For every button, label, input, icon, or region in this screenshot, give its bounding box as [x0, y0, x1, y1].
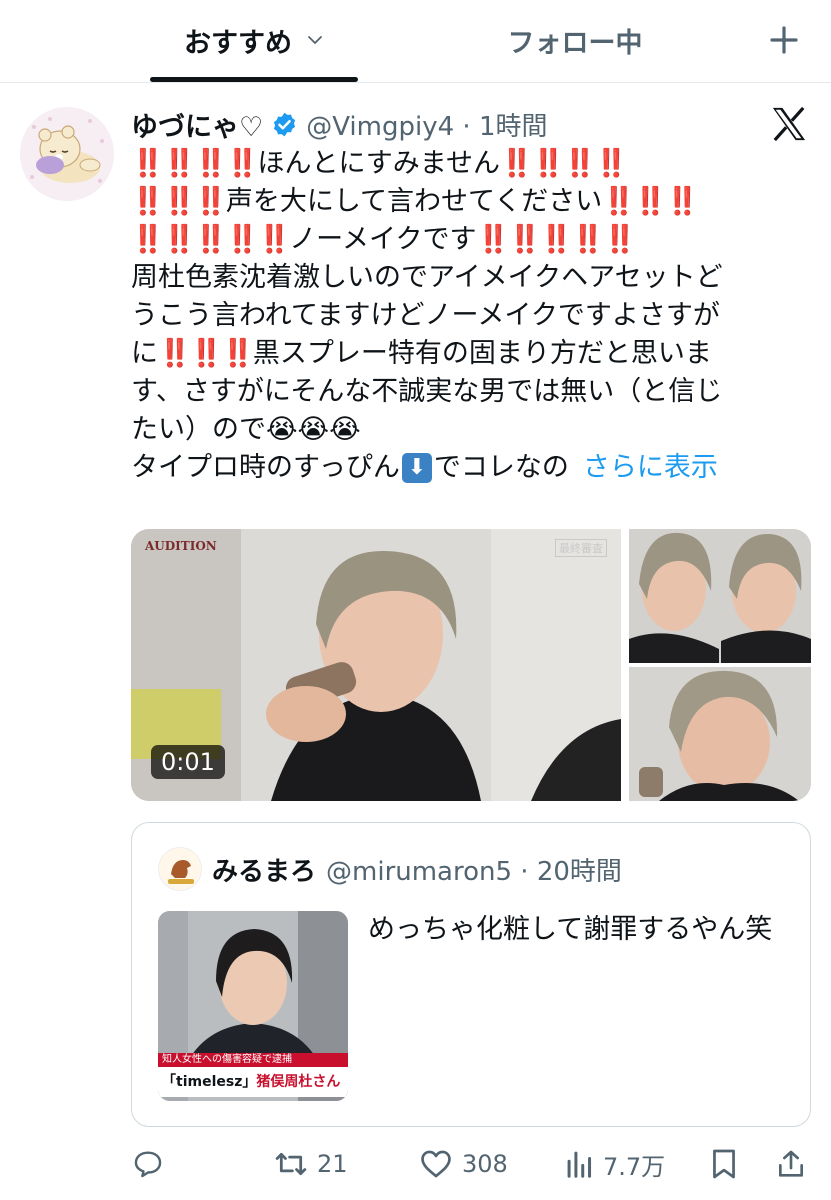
tweet-line-3: ‼️‼️‼️‼️‼️ ノーメイクです ‼️‼️‼️‼️‼️	[131, 221, 811, 259]
audition-logo: AUDITION	[145, 539, 217, 553]
news-ticker-group: 「timelesz」	[162, 1074, 257, 1090]
share-icon	[779, 1150, 803, 1177]
double-exclamation-emoji: ‼️‼️‼️‼️‼️	[476, 224, 636, 255]
tweet-line-text: タイプロ時のすっぴん	[131, 452, 400, 483]
tab-recommended-label: おすすめ	[184, 27, 292, 59]
tweet-line-text: ほんとにすみません	[257, 148, 500, 179]
plus-icon	[770, 26, 798, 54]
author-display-name[interactable]: ゆづにゃ♡	[131, 105, 263, 144]
views-button[interactable]: 7.7万	[565, 1142, 665, 1186]
tweet-text: ‼️‼️‼️‼️ ほんとにすみません ‼️‼️‼️‼️ ‼️‼️‼️ 声を大にし…	[131, 145, 811, 487]
retweet-count: 21	[317, 1150, 348, 1178]
tweet-line-5: うこう言われてますけどノーメイクですよさすが	[131, 300, 720, 331]
add-timeline-button[interactable]	[762, 18, 806, 62]
tweet-line-9: タイプロ時のすっぴん ⬇ でコレなの さらに表示	[131, 449, 811, 487]
tweet-line-8: たい）ので😭😭😭	[131, 414, 361, 445]
chevron-down-icon	[308, 36, 322, 44]
retweet-icon	[275, 1152, 307, 1176]
timeline-tab-bar: おすすめ フォロー中	[0, 0, 831, 83]
x-logo-icon[interactable]	[770, 106, 808, 142]
quoted-tweet-card[interactable]: みるまろ @mirumaron5 · 20時間 知人女性への傷害容疑で逮捕 「t…	[131, 822, 811, 1127]
photo-image	[629, 529, 811, 663]
bookmark-button[interactable]	[709, 1142, 739, 1186]
quoted-tweet-text: めっちゃ化粧して謝罪するやん笑	[368, 914, 773, 945]
tweet-line-text: 黒スプレー特有の固まり方だと思いま	[252, 338, 712, 369]
quoted-author-avatar[interactable]	[158, 847, 202, 891]
quoted-tweet-header: みるまろ @mirumaron5 · 20時間	[212, 851, 622, 888]
tweet-line-2: ‼️‼️‼️ 声を大にして言わせてください ‼️‼️‼️	[131, 183, 811, 221]
tweet-line-1: ‼️‼️‼️‼️ ほんとにすみません ‼️‼️‼️‼️	[131, 145, 811, 183]
photo-image	[629, 667, 811, 801]
retweet-button[interactable]: 21	[273, 1142, 348, 1186]
tab-following[interactable]: フォロー中	[470, 0, 680, 80]
news-ticker-person: 猪俣周杜さん	[256, 1074, 341, 1090]
double-exclamation-emoji: ‼️‼️‼️‼️‼️	[131, 224, 291, 255]
news-ticker-caption: 「timelesz」猪俣周杜さん	[158, 1067, 348, 1097]
share-button[interactable]	[775, 1142, 807, 1186]
reply-button[interactable]	[131, 1142, 165, 1186]
tweet-line-7: す、さすがにそんな不誠実な男では無い（と信じ	[131, 376, 723, 407]
double-exclamation-emoji: ‼️‼️‼️	[158, 338, 255, 369]
tweet-line-4: 周杜色素沈着激しいのでアイメイクヘアセットど	[131, 262, 723, 293]
double-exclamation-emoji: ‼️‼️‼️	[602, 186, 699, 217]
down-arrow-emoji-icon: ⬇	[401, 453, 432, 483]
horse-logo-image	[159, 848, 201, 890]
media-image-bottom-right[interactable]	[629, 667, 811, 801]
video-tag: 最終審査	[555, 539, 607, 557]
like-count: 308	[462, 1150, 508, 1178]
show-more-link[interactable]: さらに表示	[583, 449, 718, 487]
quoted-tweet-thumbnail[interactable]: 知人女性への傷害容疑で逮捕 「timelesz」猪俣周杜さん	[158, 911, 348, 1101]
tab-recommended[interactable]: おすすめ	[150, 0, 358, 80]
verified-badge-icon	[274, 112, 296, 136]
heart-icon	[421, 1150, 451, 1178]
tweet-line-text: でコレなの	[433, 452, 569, 483]
news-ticker-headline: 知人女性への傷害容疑で逮捕	[158, 1053, 348, 1067]
like-button[interactable]: 308	[418, 1142, 508, 1186]
video-duration-label: 0:01	[151, 745, 225, 779]
tweet-line-text: 声を大にして言わせてください	[225, 186, 603, 217]
tab-following-label: フォロー中	[507, 27, 643, 59]
tweet-line-text: に	[131, 338, 158, 369]
double-exclamation-emoji: ‼️‼️‼️‼️	[131, 148, 259, 179]
media-image-top-right[interactable]	[629, 529, 811, 663]
tweet-header: ゆづにゃ♡ @Vimgpiy4 · 1時間	[131, 103, 547, 145]
active-tab-indicator	[150, 77, 358, 82]
tweet-line-6: に ‼️‼️‼️ 黒スプレー特有の固まり方だと思いま	[131, 335, 811, 373]
tweet-line-text: ノーメイクです	[289, 224, 477, 255]
video-player[interactable]: AUDITION 最終審査 0:01	[131, 529, 621, 801]
tweet-action-bar: 21 308 7.7万	[131, 1142, 811, 1186]
bear-mascot-image	[20, 107, 114, 201]
views-count: 7.7万	[603, 1152, 666, 1181]
reply-icon	[134, 1151, 162, 1178]
author-handle-and-time[interactable]: @Vimgpiy4 · 1時間	[306, 106, 547, 143]
quoted-author-name: みるまろ	[212, 857, 317, 887]
bookmark-icon	[713, 1149, 735, 1179]
double-exclamation-emoji: ‼️‼️‼️‼️	[499, 148, 628, 179]
double-exclamation-emoji: ‼️‼️‼️	[131, 186, 228, 217]
author-avatar[interactable]	[20, 107, 114, 201]
views-chart-icon	[567, 1151, 592, 1178]
quoted-author-handle-and-time: @mirumaron5 · 20時間	[326, 857, 622, 887]
